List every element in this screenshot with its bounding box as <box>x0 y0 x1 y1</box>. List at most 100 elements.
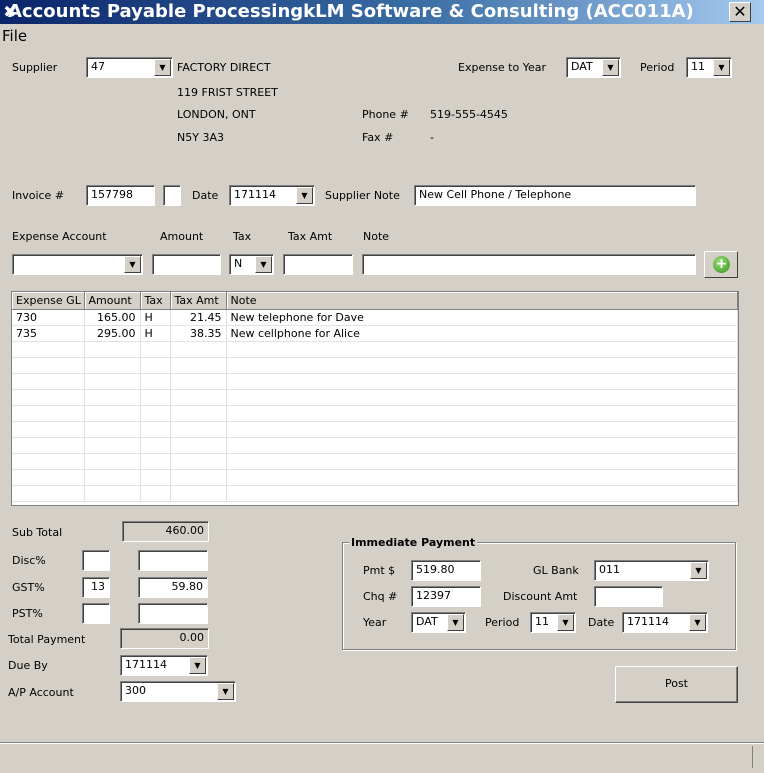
chq-label: Chq # <box>363 590 398 603</box>
column-header-note[interactable]: Note <box>226 292 738 310</box>
table-row[interactable] <box>12 453 738 470</box>
empty-cell <box>84 373 141 390</box>
period-select[interactable]: 11 ▼ <box>686 57 732 78</box>
expense-account-combo[interactable]: ▼ <box>12 254 143 275</box>
chevron-down-icon[interactable]: ▼ <box>217 683 234 700</box>
chevron-down-icon[interactable]: ▼ <box>296 187 313 204</box>
pst-pct-input[interactable] <box>82 603 110 624</box>
table-row[interactable] <box>12 469 738 486</box>
gst-label: GST% <box>12 581 45 594</box>
empty-cell <box>140 405 171 422</box>
note-label: Note <box>363 230 390 243</box>
empty-cell <box>84 357 141 374</box>
chevron-down-icon[interactable]: ▼ <box>154 59 171 76</box>
empty-cell <box>226 421 738 438</box>
empty-cell <box>140 485 171 502</box>
empty-cell <box>140 389 171 406</box>
invoice-checkbox[interactable] <box>163 185 181 206</box>
gl-bank-value: 011 <box>599 563 620 576</box>
year-value: DAT <box>416 615 438 628</box>
invoice-input[interactable]: 157798 <box>86 185 155 206</box>
chevron-down-icon[interactable]: ▼ <box>689 614 706 631</box>
ap-account-value: 300 <box>125 684 146 697</box>
empty-cell <box>84 437 141 454</box>
add-line-button[interactable]: + <box>704 251 738 278</box>
empty-cell <box>140 341 171 358</box>
empty-cell <box>12 469 85 486</box>
discount-amt-label: Discount Amt <box>503 590 578 603</box>
empty-cell <box>12 405 85 422</box>
chevron-down-icon[interactable]: ▼ <box>189 657 206 674</box>
gst-amt-input[interactable]: 59.80 <box>138 577 208 598</box>
disc-amt-input[interactable] <box>138 550 208 571</box>
close-icon: ✕ <box>733 2 747 21</box>
column-header-amount[interactable]: Amount <box>84 292 141 310</box>
due-by-combo[interactable]: 171114 ▼ <box>120 655 208 676</box>
tax-amt-input[interactable] <box>283 254 353 275</box>
pay-date-combo[interactable]: 171114 ▼ <box>622 612 708 633</box>
status-bar-separator <box>752 746 753 768</box>
gst-pct-input[interactable]: 13 <box>82 577 110 598</box>
amount-input[interactable] <box>152 254 221 275</box>
supplier-combo[interactable]: 47 ▼ <box>86 57 173 78</box>
chq-input[interactable]: 12397 <box>411 586 481 607</box>
pmt-input[interactable]: 519.80 <box>411 560 481 581</box>
chevron-down-icon[interactable]: ▼ <box>124 256 141 273</box>
empty-cell <box>170 373 227 390</box>
empty-cell <box>140 373 171 390</box>
cell-amount: 165.00 <box>84 309 141 326</box>
invoice-date-combo[interactable]: 171114 ▼ <box>229 185 315 206</box>
tax-select[interactable]: N ▼ <box>229 254 274 275</box>
note-input[interactable] <box>362 254 696 275</box>
tax-select-value: N <box>234 257 243 270</box>
chevron-down-icon[interactable]: ▼ <box>690 562 707 579</box>
table-row[interactable]: 735 295.00 H 38.35 New cellphone for Ali… <box>12 325 738 342</box>
empty-cell <box>84 421 141 438</box>
ap-account-combo[interactable]: 300 ▼ <box>120 681 236 702</box>
close-button[interactable]: ✕ <box>729 2 751 22</box>
table-row[interactable] <box>12 421 738 438</box>
chevron-down-icon[interactable]: ▼ <box>602 59 619 76</box>
invoice-label: Invoice # <box>12 189 65 202</box>
expense-lines-grid[interactable]: Expense GL Amount Tax Tax Amt Note 730 1… <box>11 291 739 506</box>
column-header-tax-amt[interactable]: Tax Amt <box>170 292 227 310</box>
chevron-down-icon[interactable]: ▼ <box>255 256 272 273</box>
table-row[interactable] <box>12 437 738 454</box>
pay-period-label: Period <box>485 616 520 629</box>
discount-amt-input[interactable] <box>594 586 663 607</box>
gl-bank-combo[interactable]: 011 ▼ <box>594 560 709 581</box>
supplier-note-input[interactable]: New Cell Phone / Telephone <box>414 185 696 206</box>
column-header-expense-gl[interactable]: Expense GL <box>12 292 85 310</box>
app-icon: ✖ <box>3 2 17 21</box>
total-payment-label: Total Payment <box>8 633 86 646</box>
table-row[interactable] <box>12 389 738 406</box>
empty-cell <box>140 357 171 374</box>
year-select[interactable]: DAT ▼ <box>411 612 466 633</box>
table-row[interactable] <box>12 485 738 502</box>
table-row[interactable] <box>12 373 738 390</box>
table-row[interactable] <box>12 405 738 422</box>
pay-period-value: 11 <box>535 615 549 628</box>
chevron-down-icon[interactable]: ▼ <box>447 614 464 631</box>
table-row[interactable] <box>12 341 738 358</box>
empty-cell <box>12 341 85 358</box>
table-row[interactable]: 730 165.00 H 21.45 New telephone for Dav… <box>12 309 738 326</box>
status-bar <box>0 742 764 773</box>
empty-cell <box>226 357 738 374</box>
post-button[interactable]: Post <box>615 666 738 703</box>
pay-period-select[interactable]: 11 ▼ <box>530 612 576 633</box>
chevron-down-icon[interactable]: ▼ <box>713 59 730 76</box>
chevron-down-icon[interactable]: ▼ <box>557 614 574 631</box>
column-header-tax[interactable]: Tax <box>140 292 171 310</box>
empty-cell <box>84 405 141 422</box>
ap-account-label: A/P Account <box>8 686 74 699</box>
empty-cell <box>226 469 738 486</box>
cell-amount: 295.00 <box>84 325 141 342</box>
pst-amt-input[interactable] <box>138 603 208 624</box>
invoice-value: 157798 <box>91 188 133 201</box>
disc-pct-input[interactable] <box>82 550 110 571</box>
table-row[interactable] <box>12 357 738 374</box>
expense-year-select[interactable]: DAT ▼ <box>566 57 621 78</box>
empty-cell <box>226 373 738 390</box>
menu-file[interactable]: File <box>2 27 27 45</box>
